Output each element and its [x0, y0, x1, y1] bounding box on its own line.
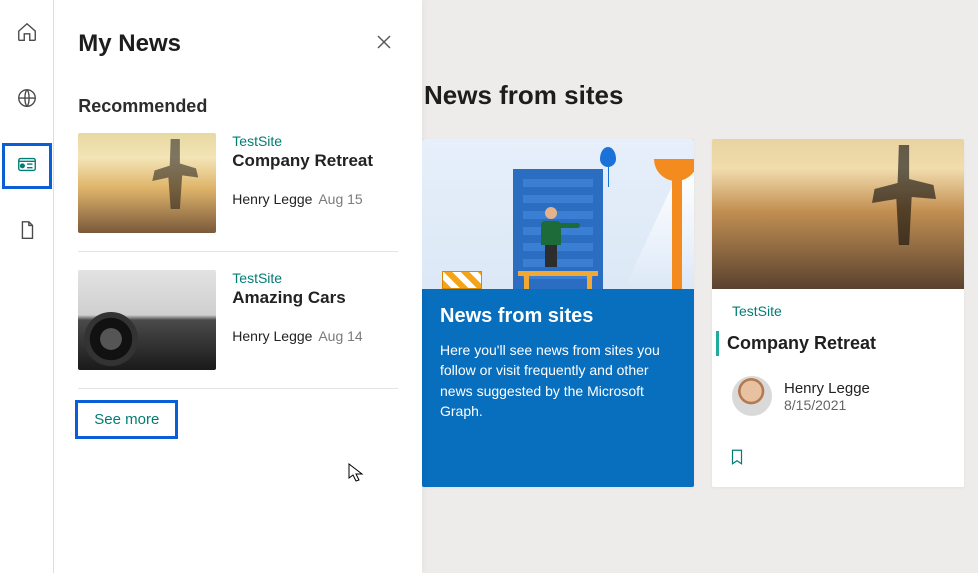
home-icon [16, 21, 38, 48]
news-thumb [78, 270, 216, 370]
info-card-title: News from sites [440, 305, 676, 328]
flyout-title: My News [78, 30, 181, 58]
news-card-author: Henry Legge [784, 380, 870, 397]
info-illustration [422, 139, 694, 289]
info-card: News from sites Here you'll see news fro… [422, 139, 694, 487]
app-rail [0, 0, 54, 573]
news-card-thumb [712, 139, 964, 289]
file-icon [16, 219, 38, 246]
news-icon [16, 153, 38, 180]
close-button[interactable] [370, 30, 398, 58]
news-title: Company Retreat [232, 151, 373, 171]
news-item[interactable]: TestSite Amazing Cars Henry Legge Aug 14 [78, 270, 398, 389]
info-card-text: Here you'll see news from sites you foll… [440, 340, 676, 421]
news-item[interactable]: TestSite Company Retreat Henry Legge Aug… [78, 133, 398, 252]
close-icon [376, 34, 392, 55]
news-card[interactable]: TestSite Company Retreat Henry Legge 8/1… [712, 139, 964, 487]
rail-files[interactable] [5, 212, 49, 252]
my-news-flyout: My News Recommended TestSite Company Ret… [54, 0, 422, 573]
news-thumb [78, 133, 216, 233]
recommended-label: Recommended [78, 96, 398, 117]
news-card-date: 8/15/2021 [784, 397, 870, 413]
news-byline: Henry Legge Aug 14 [232, 328, 362, 344]
see-more-button[interactable]: See more [78, 403, 175, 436]
news-author: Henry Legge [232, 191, 312, 207]
page-title: News from sites [424, 80, 964, 111]
news-site-link[interactable]: TestSite [232, 133, 373, 149]
news-author: Henry Legge [232, 328, 312, 344]
avatar [732, 376, 772, 416]
news-site-link[interactable]: TestSite [232, 270, 362, 286]
main-content: News from sites News from sites Here you… [422, 0, 978, 573]
news-byline: Henry Legge Aug 15 [232, 191, 373, 207]
bookmark-icon[interactable] [728, 455, 746, 472]
news-card-title: Company Retreat [716, 331, 948, 356]
news-card-site[interactable]: TestSite [732, 303, 948, 319]
news-title: Amazing Cars [232, 288, 362, 308]
news-date: Aug 15 [318, 191, 362, 207]
globe-icon [16, 87, 38, 114]
rail-news[interactable] [5, 146, 49, 186]
rail-globe[interactable] [5, 80, 49, 120]
news-date: Aug 14 [318, 328, 362, 344]
rail-home[interactable] [5, 14, 49, 54]
cursor-icon [348, 463, 364, 488]
